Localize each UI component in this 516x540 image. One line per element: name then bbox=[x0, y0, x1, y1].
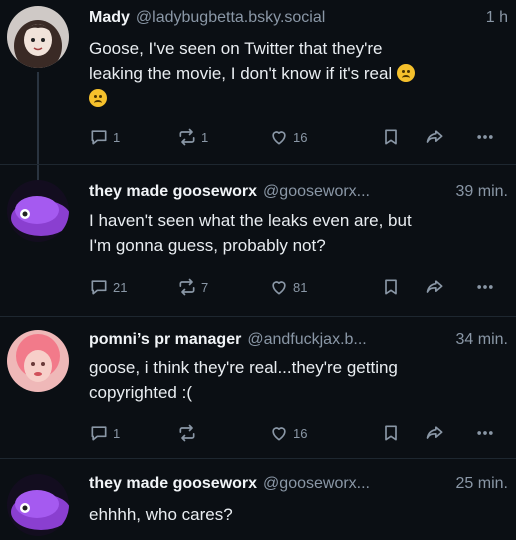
share-icon bbox=[426, 130, 443, 143]
like-count: 16 bbox=[293, 425, 308, 441]
more-icon bbox=[477, 431, 493, 435]
like-button[interactable]: 16 bbox=[269, 126, 307, 148]
worried-face-emoji bbox=[89, 89, 107, 107]
like-icon bbox=[272, 427, 286, 441]
share-button[interactable] bbox=[425, 422, 445, 444]
reply-count: 21 bbox=[113, 279, 128, 295]
post-text-line: ehhhh, who cares? bbox=[89, 505, 233, 524]
post-3[interactable]: pomni’s pr manager @andfuckjax.b... 34 m… bbox=[0, 322, 516, 456]
bookmark-icon bbox=[385, 279, 397, 295]
like-count: 81 bbox=[293, 279, 308, 295]
post-actions: 1 1 16 bbox=[89, 126, 504, 148]
reply-count: 1 bbox=[113, 129, 121, 145]
post-1[interactable]: Mady @ladybugbetta.bsky.social 1 h Goose… bbox=[0, 0, 516, 160]
avatar[interactable] bbox=[7, 330, 69, 392]
author-name[interactable]: Mady bbox=[89, 6, 130, 30]
author-name[interactable]: pomni’s pr manager bbox=[89, 328, 241, 352]
post-text-line: goose, i think they're real...they're ge… bbox=[89, 358, 398, 377]
bookmark-button[interactable] bbox=[381, 126, 401, 148]
share-icon bbox=[426, 426, 443, 439]
reply-icon bbox=[91, 130, 107, 145]
reply-count: 1 bbox=[113, 425, 121, 441]
bookmark-button[interactable] bbox=[381, 276, 401, 298]
post-text: I haven't seen what the leaks even are, … bbox=[89, 208, 502, 258]
like-icon bbox=[272, 131, 286, 145]
post-text-line: leaking the movie, I don't know if it's … bbox=[89, 64, 393, 83]
author-handle[interactable]: @ladybugbetta.bsky.social bbox=[136, 6, 480, 30]
share-button[interactable] bbox=[425, 276, 445, 298]
avatar[interactable] bbox=[7, 180, 69, 242]
timestamp[interactable]: 1 h bbox=[486, 6, 508, 30]
author-name[interactable]: they made gooseworx bbox=[89, 472, 257, 496]
share-icon bbox=[426, 280, 443, 293]
post-2[interactable]: they made gooseworx @gooseworx... 39 min… bbox=[0, 172, 516, 312]
post-4[interactable]: they made gooseworx @gooseworx... 25 min… bbox=[0, 464, 516, 540]
post-text-line: Goose, I've seen on Twitter that they're bbox=[89, 39, 383, 58]
divider bbox=[0, 458, 516, 459]
more-button[interactable] bbox=[475, 422, 495, 444]
timestamp[interactable]: 34 min. bbox=[456, 328, 508, 352]
repost-icon bbox=[179, 424, 195, 442]
post-text-line: I'm gonna guess, probably not? bbox=[89, 236, 326, 255]
more-icon bbox=[477, 135, 493, 139]
repost-count: 7 bbox=[201, 279, 209, 295]
author-handle[interactable]: @gooseworx... bbox=[263, 472, 449, 496]
more-button[interactable] bbox=[475, 276, 495, 298]
worried-face-emoji bbox=[396, 64, 415, 82]
post-text: Goose, I've seen on Twitter that they're… bbox=[89, 36, 502, 111]
more-button[interactable] bbox=[475, 126, 495, 148]
bookmark-button[interactable] bbox=[381, 422, 401, 444]
divider bbox=[0, 316, 516, 317]
repost-count: 1 bbox=[201, 129, 209, 145]
reply-icon bbox=[91, 280, 107, 295]
bookmark-icon bbox=[385, 129, 397, 145]
reply-button[interactable]: 21 bbox=[89, 276, 127, 298]
share-button[interactable] bbox=[425, 126, 445, 148]
author-name[interactable]: they made gooseworx bbox=[89, 180, 257, 204]
repost-button[interactable]: 7 bbox=[177, 276, 208, 298]
timestamp[interactable]: 39 min. bbox=[456, 180, 508, 204]
like-button[interactable]: 16 bbox=[269, 422, 307, 444]
like-icon bbox=[272, 281, 286, 295]
post-actions: 21 7 81 bbox=[89, 276, 504, 298]
bookmark-icon bbox=[385, 425, 397, 441]
avatar[interactable] bbox=[7, 474, 69, 536]
post-text-line: I haven't seen what the leaks even are, … bbox=[89, 211, 412, 230]
more-icon bbox=[477, 285, 493, 289]
repost-icon bbox=[179, 278, 195, 296]
reply-button[interactable]: 1 bbox=[89, 126, 120, 148]
author-handle[interactable]: @andfuckjax.b... bbox=[247, 328, 449, 352]
like-button[interactable]: 81 bbox=[269, 276, 307, 298]
reply-button[interactable]: 1 bbox=[89, 422, 120, 444]
avatar[interactable] bbox=[7, 6, 69, 68]
timestamp[interactable]: 25 min. bbox=[456, 472, 508, 496]
post-text: ehhhh, who cares? bbox=[89, 502, 502, 527]
repost-button[interactable]: 1 bbox=[177, 126, 208, 148]
post-text: goose, i think they're real...they're ge… bbox=[89, 355, 502, 405]
divider bbox=[0, 164, 516, 165]
post-text-line: copyrighted :( bbox=[89, 383, 192, 402]
author-handle[interactable]: @gooseworx... bbox=[263, 180, 449, 204]
like-count: 16 bbox=[293, 129, 308, 145]
repost-icon bbox=[179, 128, 195, 146]
post-actions: 1 16 bbox=[89, 422, 504, 444]
reply-icon bbox=[91, 426, 107, 441]
repost-button[interactable] bbox=[177, 422, 197, 444]
